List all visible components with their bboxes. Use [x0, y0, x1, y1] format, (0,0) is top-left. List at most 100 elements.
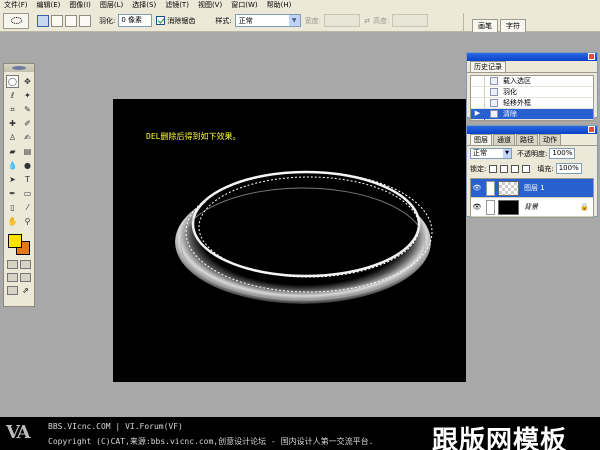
document-canvas[interactable]: DEL删除后得到如下效果。	[113, 99, 466, 382]
chevron-down-icon: ▼	[503, 149, 511, 158]
elliptical-marquee-icon	[10, 17, 22, 24]
jump-to-imageready-icon[interactable]	[7, 286, 18, 295]
intersect-selection-button[interactable]	[79, 14, 91, 27]
history-brush-tool-icon[interactable]: ✍	[21, 131, 34, 144]
gradient-tool-icon[interactable]: ▤	[21, 145, 34, 158]
menu-edit[interactable]: 编辑(E)	[37, 0, 61, 10]
magic-wand-tool-icon[interactable]: ✦	[21, 89, 34, 102]
swap-icon: ⇄	[364, 16, 370, 25]
feather-input[interactable]: 0 像素	[118, 14, 153, 27]
menu-window[interactable]: 窗口(W)	[231, 0, 257, 10]
marquee-tool-icon[interactable]: ◯	[6, 75, 19, 88]
path-selection-tool-icon[interactable]: ➤	[6, 173, 19, 186]
history-item-current[interactable]: ▶ 清除	[471, 108, 593, 120]
clone-stamp-tool-icon[interactable]: ♙	[6, 131, 19, 144]
opacity-input[interactable]: 100%	[549, 148, 576, 159]
eyedropper-tool-icon[interactable]: ⁄	[21, 201, 34, 214]
layer-thumbnail	[498, 180, 519, 196]
tab-paths[interactable]: 路径	[516, 134, 538, 145]
history-item-label: 轻移外框	[503, 99, 531, 107]
menu-file[interactable]: 文件(F)	[4, 0, 28, 10]
close-icon[interactable]	[588, 126, 595, 133]
well-tab-brushes[interactable]: 画笔	[472, 19, 498, 32]
photoshop-feather-icon	[12, 66, 26, 70]
tab-history[interactable]: 历史记录	[470, 61, 506, 72]
brush-link-icon[interactable]	[486, 199, 495, 215]
history-item[interactable]: 载入选区	[471, 75, 593, 87]
blend-mode-select[interactable]: 正常 ▼	[470, 148, 512, 159]
standard-mode-icon[interactable]	[7, 260, 18, 269]
lock-pixels-checkbox[interactable]	[500, 164, 509, 173]
shape-tool-icon[interactable]: ▭	[21, 187, 34, 200]
tab-channels[interactable]: 通道	[493, 134, 515, 145]
close-icon[interactable]	[588, 53, 595, 60]
lock-all-checkbox[interactable]	[522, 164, 531, 173]
layer-name: 背景	[524, 203, 538, 211]
type-tool-icon[interactable]: T	[21, 173, 34, 186]
tool-preset-picker[interactable]	[3, 12, 29, 29]
brush-link-icon[interactable]	[486, 180, 495, 196]
palette-well: 画笔 字符	[463, 13, 600, 32]
notes-tool-icon[interactable]: ▯	[6, 201, 19, 214]
layer-row-background[interactable]: 👁 背景 🔒	[471, 198, 593, 217]
layers-palette-titlebar[interactable]	[467, 126, 597, 134]
vicnc-logo: VA	[6, 422, 31, 443]
add-to-selection-button[interactable]	[51, 14, 63, 27]
crop-tool-icon[interactable]: ⌗	[6, 103, 19, 116]
menu-filter[interactable]: 滤镜(T)	[165, 0, 189, 10]
menu-select[interactable]: 选择(S)	[132, 0, 156, 10]
lock-transparency-checkbox[interactable]	[489, 164, 498, 173]
pen-tool-icon[interactable]: ✒	[6, 187, 19, 200]
watermark-text: 跟版网模板	[432, 426, 568, 450]
new-selection-button[interactable]	[37, 14, 49, 27]
move-tool-icon[interactable]: ✥	[21, 75, 34, 88]
fill-input[interactable]: 100%	[555, 163, 582, 174]
subtract-from-selection-button[interactable]	[65, 14, 77, 27]
ring-artwork	[175, 170, 433, 304]
menu-view[interactable]: 视图(V)	[198, 0, 222, 10]
foreground-color-swatch[interactable]	[8, 234, 22, 248]
lock-label: 锁定:	[470, 164, 487, 173]
tab-actions[interactable]: 动作	[539, 134, 561, 145]
tab-layers[interactable]: 图层	[470, 134, 492, 145]
layer-row-layer1[interactable]: 👁 图层 1	[471, 179, 593, 198]
antialias-checkbox[interactable]	[156, 16, 166, 25]
quick-mask-mode-icon[interactable]	[20, 260, 31, 269]
blend-mode-value: 正常	[473, 149, 487, 157]
zoom-tool-icon[interactable]: ⚲	[21, 215, 34, 228]
well-tab-character[interactable]: 字符	[500, 19, 526, 32]
width-label: 宽度:	[304, 16, 322, 25]
layer-name: 图层 1	[524, 184, 545, 192]
history-list: 载入选区 羽化 轻移外框 ▶ 清除	[470, 75, 594, 121]
lasso-tool-icon[interactable]: ℓ	[6, 89, 19, 102]
history-palette-titlebar[interactable]	[467, 53, 597, 61]
layers-palette: 图层 通道 路径 动作 正常 ▼ 不透明度: 100% 锁定: 填充: 100%…	[466, 125, 598, 218]
toolbox-header	[4, 64, 34, 72]
hand-tool-icon[interactable]: ✋	[6, 215, 19, 228]
brush-tool-icon[interactable]: ✐	[21, 117, 34, 130]
history-item-label: 羽化	[503, 88, 517, 96]
menu-help[interactable]: 帮助(H)	[267, 0, 292, 10]
style-select[interactable]: 正常 ▼	[234, 14, 301, 27]
healing-brush-tool-icon[interactable]: ✚	[6, 117, 19, 130]
style-select-value: 正常	[238, 16, 253, 25]
imageready-arrow-icon[interactable]: ⇗	[20, 286, 31, 295]
blur-tool-icon[interactable]: 💧	[6, 159, 19, 172]
footer-forum-line: BBS.VIcnc.COM | VI.Forum(VF)	[48, 422, 183, 431]
color-swatches	[4, 232, 34, 258]
menu-layer[interactable]: 图层(L)	[100, 0, 123, 10]
eraser-tool-icon[interactable]: ▰	[6, 145, 19, 158]
slice-tool-icon[interactable]: ✎	[21, 103, 34, 116]
menu-image[interactable]: 图像(I)	[69, 0, 91, 10]
jump-row: ⇗	[4, 284, 34, 297]
lock-position-checkbox[interactable]	[511, 164, 520, 173]
tool-grid: ◯ ✥ ℓ ✦ ⌗ ✎ ✚ ✐ ♙ ✍ ▰ ▤ 💧 ● ➤ T ✒ ▭ ▯ ⁄ …	[4, 72, 34, 228]
history-item[interactable]: 羽化	[471, 86, 593, 98]
mask-mode-row	[4, 258, 34, 271]
history-item[interactable]: 轻移外框	[471, 97, 593, 109]
full-screen-mode-icon[interactable]	[20, 273, 31, 282]
eye-icon[interactable]: 👁	[471, 203, 483, 211]
dodge-tool-icon[interactable]: ●	[21, 159, 34, 172]
standard-screen-mode-icon[interactable]	[7, 273, 18, 282]
eye-icon[interactable]: 👁	[471, 184, 483, 192]
